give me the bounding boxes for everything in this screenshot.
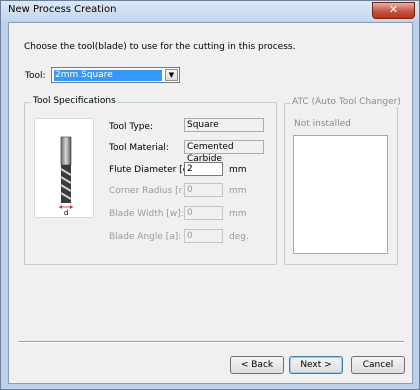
dialog-body: Choose the tool(blade) to use for the cu…	[8, 22, 413, 384]
end-mill-icon: d	[59, 136, 73, 217]
corner-radius-input: 0	[184, 183, 223, 197]
blade-angle-input: 0	[184, 229, 223, 243]
next-button[interactable]: Next >	[289, 356, 343, 374]
tool-material-label: Tool Material:	[109, 143, 169, 153]
corner-radius-label: Corner Radius [r]:	[109, 186, 189, 196]
chevron-down-icon[interactable]: ▼	[165, 69, 178, 81]
flute-diameter-label: Flute Diameter [d]:	[109, 165, 195, 175]
diameter-label: d	[64, 209, 68, 217]
tool-diagram: d	[34, 118, 94, 218]
atc-group-label: ATC (Auto Tool Changer)	[290, 97, 403, 107]
tool-dropdown-value: 2mm Square	[54, 70, 162, 81]
blade-width-unit: mm	[229, 209, 247, 219]
cancel-button[interactable]: Cancel	[351, 356, 405, 374]
blade-angle-label: Blade Angle [a]:	[109, 232, 182, 242]
atc-list	[293, 135, 388, 254]
tool-material-value: Cemented Carbide	[184, 140, 264, 164]
tool-dropdown[interactable]: 2mm Square ▼	[51, 67, 180, 83]
window-title: New Process Creation	[8, 4, 117, 15]
dialog-window: New Process Creation ✕ Choose the tool(b…	[0, 0, 420, 390]
tool-type-label: Tool Type:	[109, 122, 154, 132]
footer-divider	[18, 341, 404, 343]
close-button[interactable]: ✕	[372, 2, 415, 19]
corner-radius-unit: mm	[229, 186, 247, 196]
atc-status-text: Not installed	[294, 119, 351, 129]
instruction-text: Choose the tool(blade) to use for the cu…	[24, 42, 296, 52]
blade-width-input: 0	[184, 206, 223, 220]
title-bar: New Process Creation ✕	[1, 1, 419, 21]
flute-diameter-input[interactable]: 2	[184, 162, 223, 176]
flute-diameter-unit: mm	[229, 165, 247, 175]
tool-type-value: Square	[184, 118, 264, 132]
back-button[interactable]: < Back	[230, 356, 284, 374]
blade-width-label: Blade Width [w]:	[109, 209, 184, 219]
tool-specifications-label: Tool Specifications	[31, 96, 118, 106]
tool-label: Tool:	[25, 71, 46, 81]
blade-angle-unit: deg.	[229, 232, 249, 242]
